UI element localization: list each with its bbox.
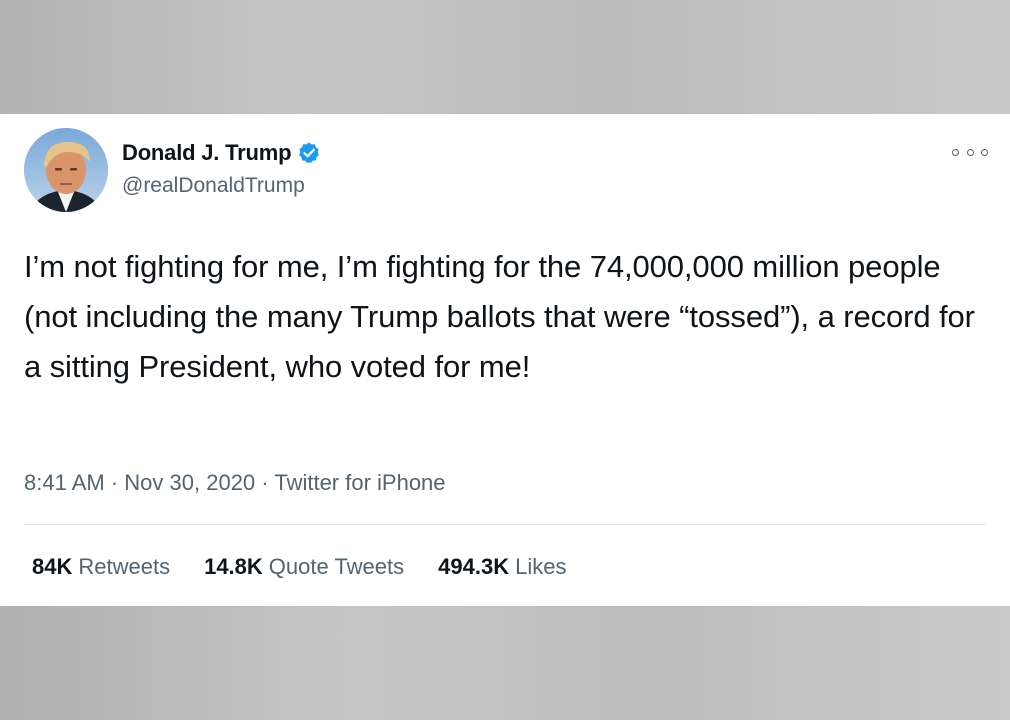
likes-stat[interactable]: 494.3K Likes bbox=[438, 554, 566, 580]
tweet-date[interactable]: Nov 30, 2020 bbox=[124, 470, 255, 495]
quote-tweets-stat[interactable]: 14.8K Quote Tweets bbox=[204, 554, 404, 580]
verified-badge-icon bbox=[297, 141, 321, 165]
author-display-name[interactable]: Donald J. Trump bbox=[122, 140, 292, 166]
background-bottom bbox=[0, 606, 1010, 720]
quote-tweets-count: 14.8K bbox=[204, 554, 263, 579]
author-name-row: Donald J. Trump bbox=[122, 140, 321, 166]
tweet-stats: 84K Retweets 14.8K Quote Tweets 494.3K Like… bbox=[32, 554, 600, 580]
more-dot bbox=[981, 148, 988, 156]
avatar[interactable] bbox=[24, 128, 108, 212]
retweets-count: 84K bbox=[32, 554, 73, 579]
more-dot bbox=[966, 148, 974, 156]
tweet-card: Donald J. Trump @realDonaldTrump I’m not… bbox=[0, 114, 1010, 606]
tweet-source[interactable]: Twitter for iPhone bbox=[274, 470, 445, 495]
likes-label: Likes bbox=[515, 554, 567, 579]
divider bbox=[24, 524, 986, 525]
retweets-label: Retweets bbox=[78, 554, 171, 579]
tweet-metadata: 8:41 AM · Nov 30, 2020 · Twitter for iPh… bbox=[24, 470, 446, 496]
tweet-time[interactable]: 8:41 AM bbox=[24, 470, 105, 495]
quote-tweets-label: Quote Tweets bbox=[268, 554, 405, 579]
retweets-stat[interactable]: 84K Retweets bbox=[32, 554, 170, 580]
background-top bbox=[0, 0, 1010, 114]
more-options-icon[interactable] bbox=[952, 144, 988, 160]
meta-separator: · bbox=[261, 470, 275, 495]
more-dot bbox=[952, 148, 959, 156]
author-handle[interactable]: @realDonaldTrump bbox=[122, 174, 305, 198]
meta-separator: · bbox=[110, 470, 125, 495]
tweet-text: I’m not fighting for me, I’m fighting fo… bbox=[24, 249, 975, 384]
likes-count: 494.3K bbox=[438, 554, 510, 579]
